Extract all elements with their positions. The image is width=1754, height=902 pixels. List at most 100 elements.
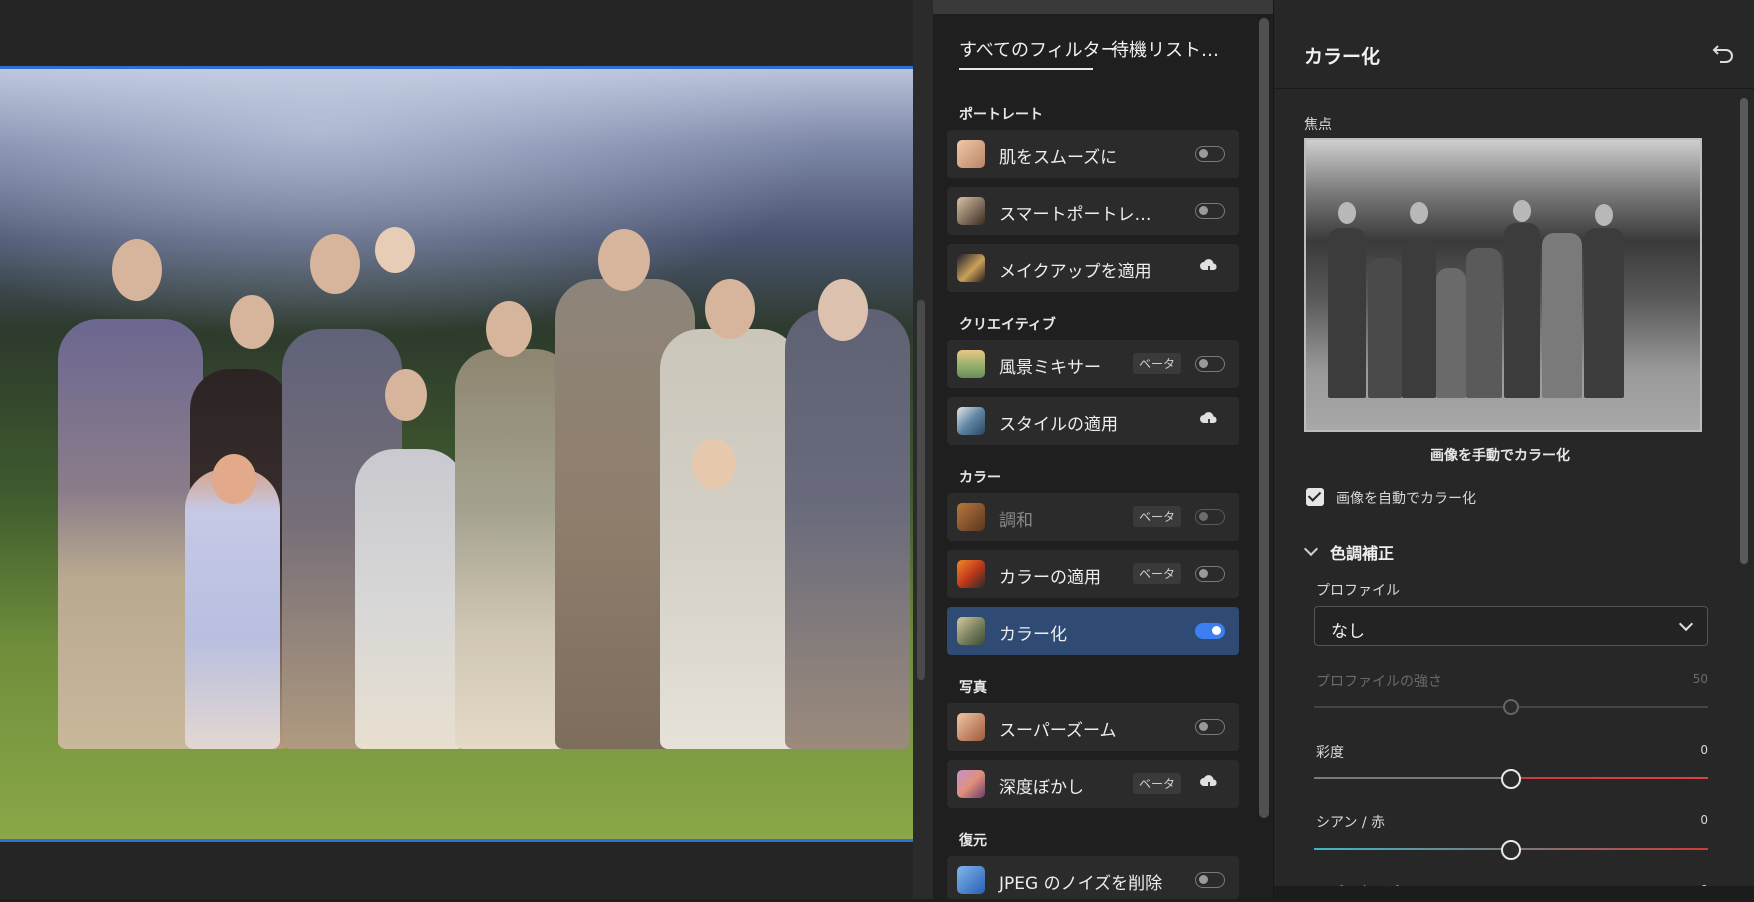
harmonization-thumbnail — [957, 503, 985, 531]
smooth-skin-thumbnail — [957, 140, 985, 168]
profile-strength-value: 50 — [1692, 672, 1708, 686]
colorize-thumbnail — [957, 617, 985, 645]
filter-item-label: スタイルの適用 — [999, 415, 1118, 435]
photo-figure — [660, 329, 800, 749]
chevron-down-icon[interactable] — [1303, 541, 1319, 557]
canvas-scrollbar[interactable] — [913, 0, 933, 899]
jpeg-artifacts-toggle[interactable] — [1195, 872, 1225, 888]
photo-figure-head — [112, 239, 162, 301]
tab-waitlist[interactable]: 待機リスト… — [1111, 36, 1219, 62]
photo-figure — [185, 469, 280, 749]
section-title-creative: クリエイティブ — [959, 317, 1056, 333]
auto-colorize-label[interactable]: 画像を自動でカラー化 — [1336, 488, 1476, 508]
profile-dropdown[interactable]: なし — [1314, 606, 1708, 646]
beta-badge: ベータ — [1132, 773, 1181, 794]
landscape-mixer-toggle[interactable] — [1195, 356, 1225, 372]
cloud-download-icon[interactable] — [1199, 774, 1219, 792]
filter-tabs: すべてのフィルター 待機リスト… — [959, 36, 1259, 76]
filter-item-label: 肌をスムーズに — [999, 148, 1118, 168]
makeup-thumbnail — [957, 254, 985, 282]
canvas-area — [0, 0, 913, 899]
profile-strength-label: プロファイルの強さ — [1316, 674, 1442, 690]
filter-item-landscape-mixer[interactable]: 風景ミキサー ベータ — [947, 340, 1239, 388]
filter-item-color-transfer[interactable]: カラーの適用 ベータ — [947, 550, 1239, 598]
smart-portrait-thumbnail — [957, 197, 985, 225]
filters-panel: すべてのフィルター 待機リスト… ポートレート 肌をスムーズに スマートポートレ… — [933, 0, 1754, 899]
filter-item-colorize[interactable]: カラー化 — [947, 607, 1239, 655]
filter-item-style-transfer[interactable]: スタイルの適用 — [947, 397, 1239, 445]
color-transfer-thumbnail — [957, 560, 985, 588]
preview-figure — [1436, 268, 1466, 398]
color-transfer-toggle[interactable] — [1195, 566, 1225, 582]
profile-strength-slider-handle[interactable] — [1503, 699, 1519, 715]
filter-item-smooth-skin[interactable]: 肌をスムーズに — [947, 130, 1239, 178]
colorize-toggle[interactable] — [1195, 623, 1225, 639]
photo-figure-head — [486, 301, 532, 357]
photo-figure-head — [598, 229, 650, 291]
properties-scrollbar[interactable] — [1740, 98, 1748, 564]
preview-figure-head — [1513, 200, 1531, 222]
filter-item-makeup-transfer[interactable]: メイクアップを適用 — [947, 244, 1239, 292]
undo-icon[interactable] — [1712, 42, 1736, 64]
photo-figure — [785, 309, 910, 749]
canvas-scrollbar-thumb[interactable] — [917, 300, 925, 680]
focus-preview-image[interactable] — [1304, 138, 1702, 432]
panel-title: カラー化 — [1304, 46, 1381, 68]
filter-item-smart-portrait[interactable]: スマートポートレ… — [947, 187, 1239, 235]
focus-caption: 画像を手動でカラー化 — [1430, 448, 1570, 464]
preview-figure — [1328, 228, 1366, 398]
photo-figure-head — [212, 454, 256, 504]
preview-figure — [1584, 228, 1624, 398]
profile-dropdown-value: なし — [1331, 622, 1365, 642]
preview-figure-head — [1338, 202, 1356, 224]
photo-figure-head — [385, 369, 427, 421]
filters-scrollbar[interactable] — [1259, 18, 1269, 818]
cyan-red-slider-handle[interactable] — [1501, 840, 1521, 860]
photo-figure-head — [818, 279, 868, 341]
cyan-red-value: 0 — [1700, 813, 1708, 827]
color-balance-section-title[interactable]: 色調補正 — [1330, 540, 1394, 564]
harmonization-toggle[interactable] — [1195, 509, 1225, 525]
saturation-slider-handle[interactable] — [1501, 769, 1521, 789]
landscape-mixer-thumbnail — [957, 350, 985, 378]
auto-colorize-checkbox[interactable] — [1306, 488, 1324, 506]
focus-label: 焦点 — [1304, 117, 1332, 133]
style-transfer-thumbnail — [957, 407, 985, 435]
beta-badge: ベータ — [1132, 353, 1181, 374]
smart-portrait-toggle[interactable] — [1195, 203, 1225, 219]
cyan-red-label: シアン / 赤 — [1316, 815, 1386, 831]
chevron-down-icon — [1678, 616, 1694, 632]
colorized-photo[interactable] — [0, 66, 913, 842]
cloud-download-icon[interactable] — [1199, 258, 1219, 276]
filter-item-jpeg-artifacts-removal[interactable]: JPEG のノイズを削除 — [947, 856, 1239, 899]
tab-all-filters[interactable]: すべてのフィルター — [959, 36, 1119, 62]
filter-item-harmonization[interactable]: 調和 ベータ — [947, 493, 1239, 541]
super-zoom-toggle[interactable] — [1195, 719, 1225, 735]
filter-item-label: スマートポートレ… — [999, 205, 1152, 225]
cloud-download-icon[interactable] — [1199, 411, 1219, 429]
filters-scrollbar-thumb[interactable] — [1259, 18, 1269, 818]
filter-item-depth-blur[interactable]: 深度ぼかし ベータ — [947, 760, 1239, 808]
photo-figure-head — [705, 279, 755, 339]
filter-item-super-zoom[interactable]: スーパーズーム — [947, 703, 1239, 751]
preview-figure — [1504, 223, 1540, 398]
active-tab-indicator — [959, 68, 1093, 70]
panel-bottom-bar — [1274, 886, 1754, 899]
preview-figure — [1466, 248, 1502, 398]
beta-badge: ベータ — [1132, 563, 1181, 584]
depth-blur-thumbnail — [957, 770, 985, 798]
photo-figure-head — [310, 234, 360, 294]
photo-figure — [355, 449, 465, 749]
section-title-restoration: 復元 — [959, 833, 987, 849]
filter-item-label: JPEG のノイズを削除 — [999, 874, 1163, 894]
smooth-skin-toggle[interactable] — [1195, 146, 1225, 162]
photo-figure-head — [230, 295, 274, 349]
section-title-color: カラー — [959, 470, 1001, 486]
saturation-value: 0 — [1700, 743, 1708, 757]
properties-panel: カラー化 焦点 画像を手動でカラー化 画像を自動でカラー化 色調補正 プロファイ… — [1273, 0, 1754, 901]
preview-figure — [1368, 258, 1402, 398]
saturation-label: 彩度 — [1316, 745, 1344, 761]
filter-item-label: スーパーズーム — [999, 721, 1117, 741]
photo-figure — [58, 319, 203, 749]
filter-item-label: 調和 — [999, 511, 1033, 531]
